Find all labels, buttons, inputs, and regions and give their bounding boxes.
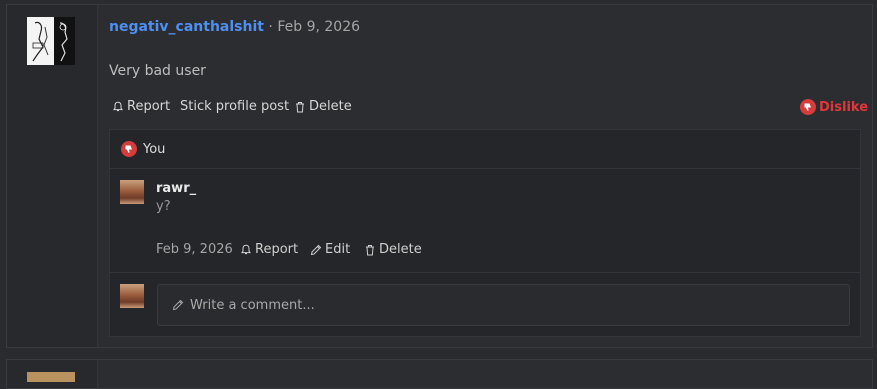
post-body-text: Very bad user <box>109 63 206 79</box>
post-date[interactable]: Feb 9, 2026 <box>277 19 360 35</box>
write-comment-placeholder: Write a comment... <box>190 297 315 313</box>
avatar[interactable] <box>27 17 75 65</box>
comment-delete-label: Delete <box>379 242 422 257</box>
report-button[interactable]: Report <box>112 99 170 114</box>
comment-item: rawr_ y? Feb 9, 2026 Report Edit Delete <box>110 168 860 273</box>
comment-date[interactable]: Feb 9, 2026 <box>156 242 233 257</box>
comment-edit-button[interactable]: Edit <box>310 242 350 257</box>
reaction-summary[interactable]: You <box>110 130 860 169</box>
comment-report-button[interactable]: Report <box>240 242 298 257</box>
comment-avatar[interactable] <box>120 180 144 204</box>
write-comment-input[interactable]: Write a comment... <box>157 284 850 326</box>
reactor-name: You <box>143 141 166 157</box>
write-comment-row: Write a comment... <box>110 272 860 338</box>
thumbs-down-icon <box>800 99 816 115</box>
avatar-drawing-icon <box>27 17 75 65</box>
profile-post: negativ_canthalshit · Feb 9, 2026 Very b… <box>6 4 873 348</box>
dislike-button[interactable]: Dislike <box>800 99 868 115</box>
current-user-avatar <box>120 284 144 308</box>
bell-icon <box>241 244 251 254</box>
comment-edit-label: Edit <box>325 242 351 257</box>
comment-report-label: Report <box>255 242 299 257</box>
next-profile-post <box>6 359 873 389</box>
thumbs-down-reaction-icon <box>121 141 137 157</box>
post-avatar-column <box>7 5 98 347</box>
dislike-label: Dislike <box>819 99 869 115</box>
comment-username[interactable]: rawr_ <box>156 181 196 196</box>
comment-meta: Feb 9, 2026 Report Edit Delete <box>156 242 556 258</box>
comment-delete-button[interactable]: Delete <box>364 242 422 257</box>
post-username-link[interactable]: negativ_canthalshit <box>109 19 264 35</box>
trash-icon <box>296 101 304 112</box>
delete-button[interactable]: Delete <box>294 99 352 114</box>
post-actions-bar: Report Stick profile post Delete Dislike <box>109 99 868 117</box>
next-post-avatar[interactable] <box>27 372 75 382</box>
report-label: Report <box>127 99 171 114</box>
delete-label: Delete <box>309 99 352 114</box>
comment-text: y? <box>156 199 171 214</box>
pencil-icon <box>310 244 322 255</box>
stick-label: Stick profile post <box>180 99 290 114</box>
trash-icon <box>366 244 374 255</box>
bell-icon <box>113 101 123 111</box>
post-header: negativ_canthalshit · Feb 9, 2026 <box>109 19 360 35</box>
header-separator: · <box>263 19 278 35</box>
reactions-comments-panel: You rawr_ y? Feb 9, 2026 Report Edit Del… <box>109 129 861 337</box>
pencil-icon <box>172 299 184 311</box>
stick-profile-post-button[interactable]: Stick profile post <box>180 99 289 114</box>
next-post-avatar-column <box>7 360 98 388</box>
